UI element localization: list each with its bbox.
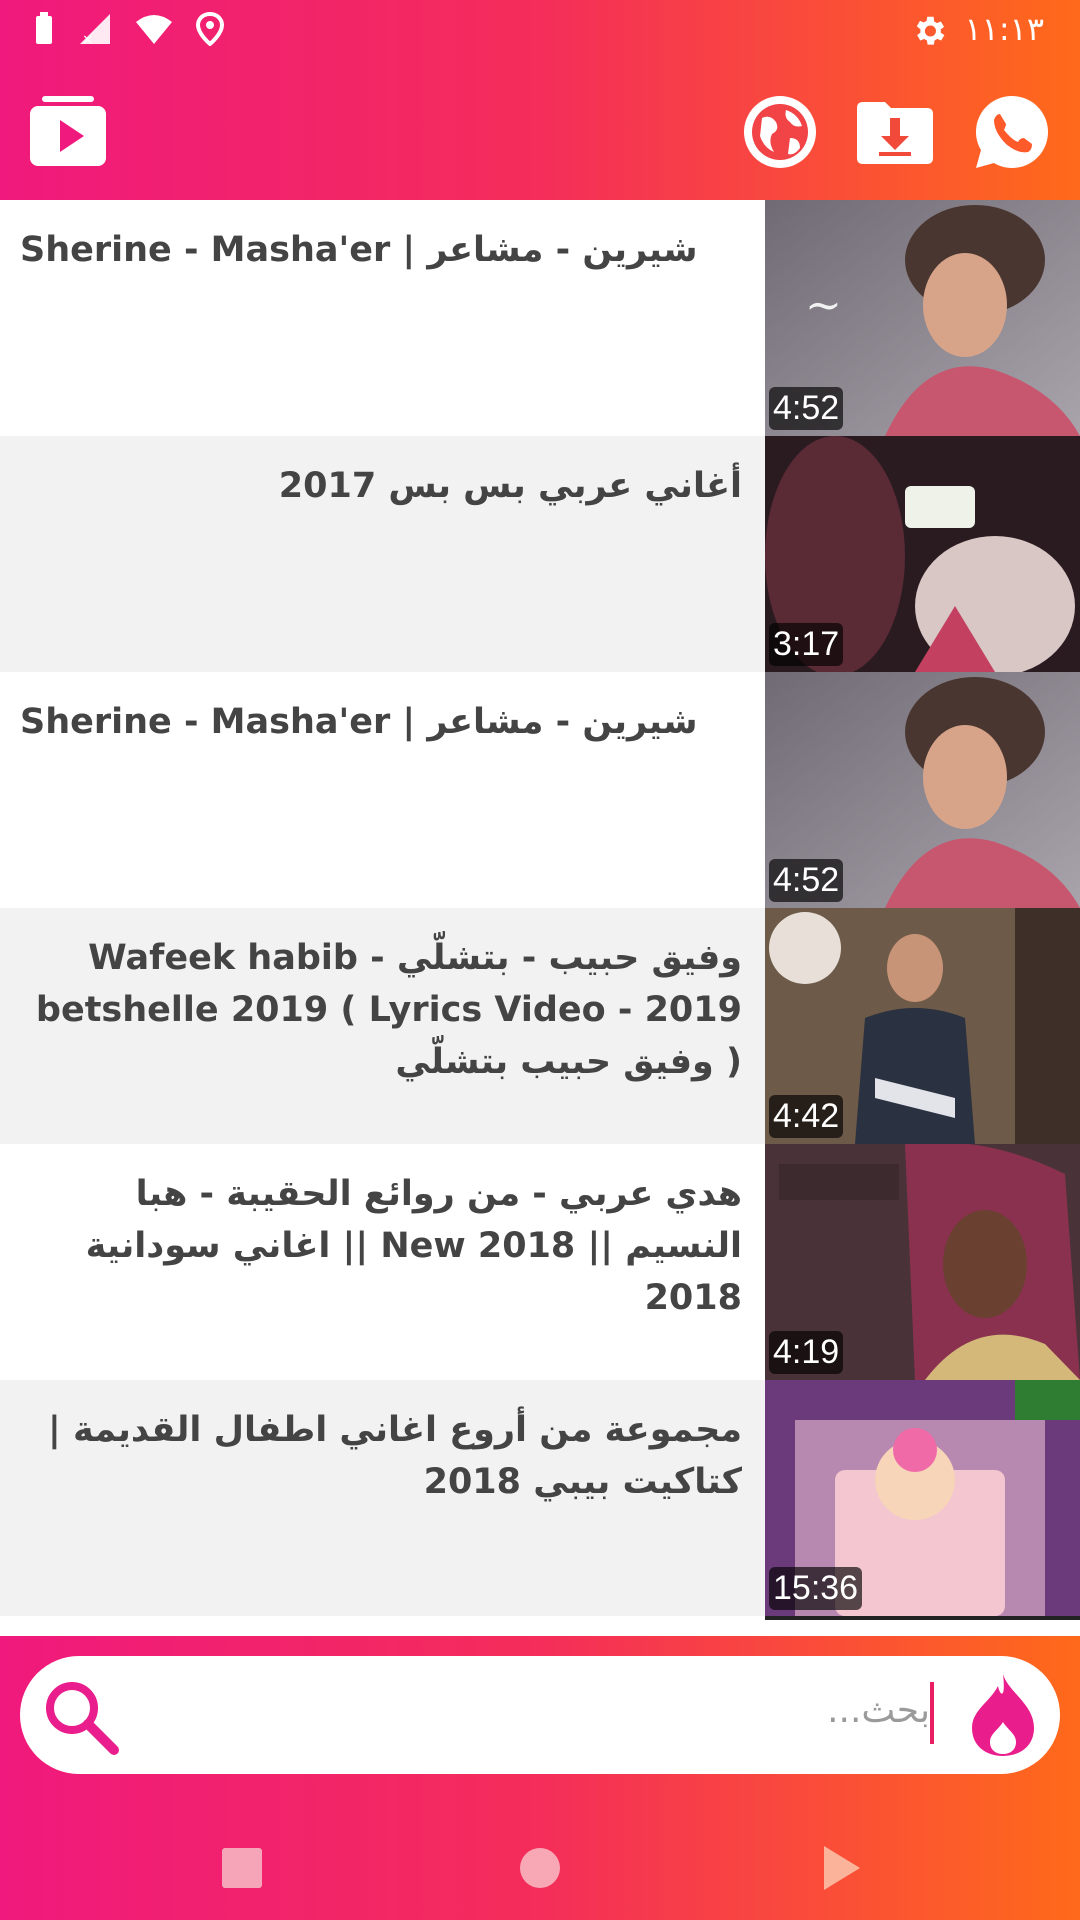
svg-text:~: ~ (805, 280, 842, 331)
video-title: Sherine - Masha'er | شيرين - مشاعر (20, 702, 698, 742)
video-title: Sherine - Masha'er | شيرين - مشاعر (20, 230, 698, 270)
video-thumbnail[interactable]: 4:19 (765, 1144, 1080, 1380)
globe-icon[interactable] (740, 92, 820, 172)
list-item[interactable]: أغاني عربي بس بس 2017 3:17 (0, 436, 1080, 672)
video-duration: 4:19 (769, 1331, 844, 1374)
video-title: هدي عربي - من روائع الحقيبة - هبا النسيم… (85, 1174, 742, 1318)
list-item[interactable]: هدي عربي - من روائع الحقيبة - هبا النسيم… (0, 1144, 1080, 1380)
download-folder-icon[interactable] (855, 92, 935, 172)
battery-icon (36, 12, 52, 44)
list-item-partial (0, 1616, 1080, 1620)
location-icon (196, 12, 224, 46)
text-cursor (930, 1682, 934, 1744)
video-duration: 4:52 (769, 859, 844, 902)
video-thumbnail[interactable]: 4:52 (765, 672, 1080, 908)
wifi-icon (136, 15, 172, 44)
video-duration: 4:52 (769, 387, 844, 430)
video-duration: 15:36 (769, 1567, 863, 1610)
back-icon[interactable] (812, 1840, 868, 1896)
video-thumbnail (765, 1616, 1080, 1620)
video-list: Sherine - Masha'er | شيرين - مشاعر ~ 4:5… (0, 200, 1080, 1620)
video-title: وفيق حبيب - بتشلّي - Wafeek habib betshe… (35, 938, 742, 1082)
bottom-bar: بحث... (0, 1636, 1080, 1920)
video-thumbnail[interactable]: 3:17 (765, 436, 1080, 672)
list-item[interactable]: Sherine - Masha'er | شيرين - مشاعر ~ 4:5… (0, 200, 1080, 436)
no-signal-icon: × (80, 14, 110, 46)
status-time: ١١:١٣ (964, 10, 1044, 48)
video-duration: 3:17 (769, 623, 844, 666)
list-item[interactable]: وفيق حبيب - بتشلّي - Wafeek habib betshe… (0, 908, 1080, 1144)
system-nav-bar (0, 1816, 1080, 1920)
home-icon[interactable] (512, 1840, 568, 1896)
video-title: مجموعة من أروع اغاني اطفال القديمة | كتا… (48, 1410, 742, 1502)
list-item[interactable]: Sherine - Masha'er | شيرين - مشاعر 4:52 (0, 672, 1080, 908)
recent-apps-icon[interactable] (214, 1840, 270, 1896)
video-title: أغاني عربي بس بس 2017 (278, 466, 742, 506)
status-icons: × (34, 12, 224, 46)
video-thumbnail[interactable]: ~ 4:52 (765, 200, 1080, 436)
flame-trending-icon[interactable] (968, 1672, 1038, 1758)
search-icon[interactable] (38, 1674, 124, 1760)
settings-gear-icon (916, 16, 945, 45)
video-thumbnail[interactable]: 4:42 (765, 908, 1080, 1144)
svg-text:×: × (82, 32, 94, 46)
video-duration: 4:42 (769, 1095, 844, 1138)
status-bar: × ١١:١٣ (0, 0, 1080, 64)
list-item[interactable]: مجموعة من أروع اغاني اطفال القديمة | كتا… (0, 1380, 1080, 1616)
video-thumbnail[interactable]: 15:36 (765, 1380, 1080, 1616)
search-input[interactable]: بحث... (827, 1690, 930, 1731)
video-play-logo-icon[interactable] (28, 92, 108, 172)
whatsapp-icon[interactable] (972, 92, 1052, 172)
search-bar[interactable]: بحث... (20, 1656, 1060, 1774)
top-app-bar: × ١١:١٣ (0, 0, 1080, 200)
